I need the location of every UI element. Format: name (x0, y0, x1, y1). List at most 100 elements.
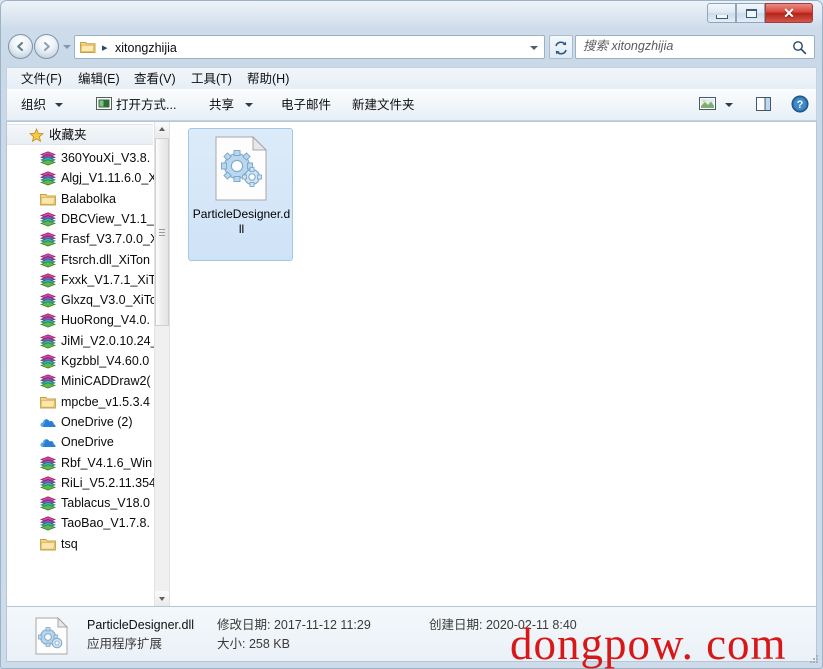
star-icon (28, 127, 45, 143)
sidebar-item[interactable]: DBCView_V1.1_ (7, 210, 157, 229)
sidebar-item[interactable]: HuoRong_V4.0. (7, 311, 157, 330)
status-file-name: ParticleDesigner.dll (87, 618, 194, 632)
sidebar-item[interactable]: RiLi_V5.2.11.354 (7, 474, 157, 493)
folder-icon (80, 40, 96, 54)
preview-pane-icon[interactable] (755, 96, 773, 112)
chevron-up-icon (159, 127, 165, 131)
address-dropdown-icon[interactable] (530, 46, 538, 50)
status-bar: ParticleDesigner.dll 修改日期: 2017-11-12 11… (6, 607, 817, 662)
menu-item-file[interactable]: 文件(F) (21, 71, 62, 87)
sidebar-item-label: Glxzq_V3.0_XiTc (61, 293, 157, 308)
status-modified-date: 修改日期: 2017-11-12 11:29 (217, 618, 371, 632)
help-icon[interactable]: ? (791, 95, 809, 113)
rar-archive-icon (40, 273, 56, 288)
menu-item-view[interactable]: 查看(V) (134, 71, 176, 87)
rar-archive-icon (40, 313, 56, 328)
sidebar-item[interactable]: Balabolka (7, 190, 157, 209)
explorer-window: ✕ ▸ xitongzhijia 搜索 xitongzhijia 文件(F) 编… (0, 0, 823, 669)
sidebar-item[interactable]: JiMi_V2.0.10.24_ (7, 332, 157, 351)
address-bar[interactable]: ▸ xitongzhijia (74, 35, 545, 59)
scroll-up-button[interactable] (155, 122, 169, 137)
sidebar-item[interactable]: Tablacus_V18.0 (7, 494, 157, 513)
onedrive-icon (40, 435, 56, 450)
sidebar-scrollbar[interactable] (154, 122, 169, 606)
share-button[interactable]: 共享 (209, 96, 234, 114)
sidebar-item-label: Rbf_V4.1.6_Win (61, 455, 153, 470)
resize-grip[interactable] (807, 654, 819, 666)
open-with-button[interactable]: 打开方式... (116, 96, 176, 114)
sidebar-item-label: Ftsrch.dll_XiTon (61, 252, 150, 267)
sidebar-item-label: HuoRong_V4.0. (61, 313, 150, 328)
rar-archive-icon (40, 151, 56, 166)
organize-chevron-down-icon[interactable] (55, 103, 63, 107)
sidebar-item-label: JiMi_V2.0.10.24_ (61, 333, 157, 348)
address-row: ▸ xitongzhijia (0, 31, 823, 64)
sidebar-item[interactable]: OneDrive (7, 433, 157, 452)
favorites-header[interactable]: 收藏夹 (7, 124, 153, 145)
back-button[interactable] (8, 34, 33, 59)
onedrive-icon (40, 415, 56, 430)
refresh-button[interactable] (549, 35, 573, 59)
address-separator[interactable]: ▸ (102, 42, 108, 54)
recent-locations-dropdown[interactable] (63, 45, 71, 49)
search-box[interactable] (575, 35, 815, 59)
sidebar-item[interactable]: Kgzbbl_V4.60.0 (7, 352, 157, 371)
new-folder-button[interactable]: 新建文件夹 (352, 96, 415, 114)
sidebar-item[interactable]: MiniCADDraw2( (7, 372, 157, 391)
sidebar-item[interactable]: Rbf_V4.1.6_Win (7, 454, 157, 473)
view-chevron-down-icon[interactable] (725, 103, 733, 107)
organize-button[interactable]: 组织 (21, 96, 46, 114)
svg-text:?: ? (797, 99, 804, 111)
sidebar-item[interactable]: tsq (7, 535, 157, 554)
minimize-button[interactable] (707, 3, 736, 23)
toolbar: 组织 打开方式... 共享 电子邮件 新建文件夹 ? (6, 89, 817, 121)
sidebar-item-label: OneDrive (61, 435, 114, 450)
share-chevron-down-icon[interactable] (245, 103, 253, 107)
close-button[interactable]: ✕ (765, 3, 813, 23)
content-frame: 收藏夹 360YouXi_V3.8. Algj_V1.11.6.0_X Balabo… (6, 121, 817, 607)
back-arrow-icon (15, 41, 26, 52)
sidebar-item[interactable]: Glxzq_V3.0_XiTc (7, 291, 157, 310)
sidebar-item-label: DBCView_V1.1_ (61, 211, 154, 226)
maximize-button[interactable] (736, 3, 765, 23)
maximize-icon (746, 9, 757, 18)
sidebar-item-label: MiniCADDraw2( (61, 374, 151, 389)
sidebar-item[interactable]: Ftsrch.dll_XiTon (7, 251, 157, 270)
rar-archive-icon (40, 476, 56, 491)
menu-bar: 文件(F) 编辑(E) 查看(V) 工具(T) 帮助(H) (6, 67, 817, 89)
sidebar-item[interactable]: OneDrive (2) (7, 413, 157, 432)
sidebar-item-label: mpcbe_v1.5.3.4 (61, 394, 150, 409)
open-with-icon (96, 96, 113, 112)
view-layout-icon[interactable] (699, 96, 717, 112)
sidebar-item-label: Kgzbbl_V4.60.0 (61, 354, 150, 368)
status-file-size: 大小: 258 KB (217, 637, 290, 651)
sidebar-item-label: Algj_V1.11.6.0_X (61, 171, 157, 186)
sidebar-item[interactable]: Algj_V1.11.6.0_X (7, 169, 157, 188)
sidebar-item-label: OneDrive (2) (61, 414, 133, 429)
sidebar-item[interactable]: Fxxk_V1.7.1_XiT (7, 271, 157, 290)
address-path-text[interactable]: xitongzhijia (115, 40, 177, 56)
menu-item-edit[interactable]: 编辑(E) (78, 71, 120, 87)
sidebar-item[interactable]: 360YouXi_V3.8. (7, 149, 157, 168)
sidebar-item-label: 360YouXi_V3.8. (61, 151, 151, 165)
sidebar-item[interactable]: Frasf_V3.7.0.0_X (7, 230, 157, 249)
file-list-pane[interactable]: ParticleDesigner.dll (175, 122, 816, 606)
close-icon: ✕ (783, 5, 795, 21)
menu-item-tools[interactable]: 工具(T) (191, 71, 232, 87)
scroll-down-button[interactable] (155, 591, 169, 606)
scrollbar-grip-icon (159, 229, 165, 236)
folder-icon (40, 395, 56, 410)
search-input[interactable] (583, 39, 783, 53)
scrollbar-thumb[interactable] (155, 138, 169, 326)
sidebar-item[interactable]: mpcbe_v1.5.3.4 (7, 393, 157, 412)
rar-archive-icon (40, 516, 56, 531)
menu-item-help[interactable]: 帮助(H) (247, 71, 289, 87)
rar-archive-icon (40, 334, 56, 349)
rar-archive-icon (40, 354, 56, 369)
status-created-date: 创建日期: 2020-02-11 8:40 (429, 618, 577, 632)
sidebar-item[interactable]: TaoBao_V1.7.8. (7, 514, 157, 533)
forward-button[interactable] (34, 34, 59, 59)
dll-gear-icon (215, 135, 268, 201)
file-item[interactable]: ParticleDesigner.dll (188, 128, 293, 261)
email-button[interactable]: 电子邮件 (281, 96, 331, 114)
